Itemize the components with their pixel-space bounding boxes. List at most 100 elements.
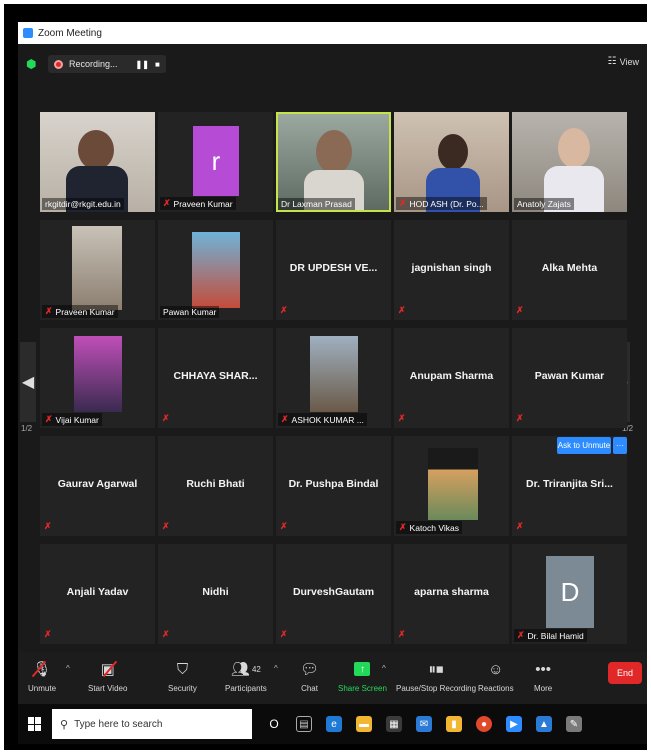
participant-name: DurveshGautam — [292, 586, 375, 598]
paint-icon[interactable]: ✎ — [566, 716, 582, 732]
participant-name: Dr. Triranjita Sri... — [526, 478, 613, 490]
participant-photo — [192, 232, 240, 308]
participant-name-tag: ✗ Dr. Bilal Hamid — [514, 629, 587, 642]
ask-to-unmute-button[interactable]: Ask to Unmute — [557, 437, 611, 454]
windows-start-icon[interactable] — [28, 717, 42, 731]
muted-mic-icon: ✗ — [45, 306, 53, 316]
participant-name: DR UPDESH VE... — [289, 262, 378, 274]
start-video-button[interactable]: ▣ Start Video — [88, 656, 127, 693]
title-bar: Zoom Meeting — [18, 22, 647, 44]
participants-count: 42 — [251, 664, 261, 674]
participant-tile[interactable]: Alka Mehta ✗ — [512, 220, 627, 320]
pause-recording-icon[interactable]: ❚❚ — [136, 60, 149, 69]
tile-more-options-button[interactable]: ··· — [613, 437, 627, 454]
participant-name: Pawan Kumar — [534, 370, 605, 382]
participant-face — [78, 130, 114, 170]
chat-button[interactable]: 💬︎ Chat — [300, 656, 319, 693]
participant-photo — [428, 448, 478, 520]
photos-icon[interactable]: ▲ — [536, 716, 552, 732]
view-button[interactable]: ☷ View — [608, 56, 639, 67]
participant-tile[interactable]: D ✗ Dr. Bilal Hamid — [512, 544, 627, 644]
search-icon: ⚲ — [60, 718, 69, 731]
participant-name-tag: rkgitdir@rkgit.edu.in — [42, 198, 124, 210]
meeting-controls-toolbar: 🎙︎ Unmute ^ ▣ Start Video ⛉ Security 👥︎4… — [18, 652, 647, 704]
muted-mic-icon: ✗ — [280, 305, 288, 315]
participant-name: Praveen Kumar — [173, 198, 233, 209]
store-icon[interactable]: ▦ — [386, 716, 402, 732]
unmute-label: Unmute — [28, 684, 57, 693]
muted-mic-icon: ✗ — [44, 521, 52, 531]
participant-tile[interactable]: Gaurav Agarwal ✗ — [40, 436, 155, 536]
participant-tile[interactable]: CHHAYA SHAR... ✗ — [158, 328, 273, 428]
participant-tile[interactable]: Dr. Pushpa Bindal ✗ — [276, 436, 391, 536]
participant-tile[interactable]: DurveshGautam ✗ — [276, 544, 391, 644]
participant-tile[interactable]: rkgitdir@rkgit.edu.in — [40, 112, 155, 212]
participant-tile[interactable]: aparna sharma ✗ — [394, 544, 509, 644]
task-view-icon[interactable]: ▤ — [296, 716, 312, 732]
end-meeting-button[interactable]: End — [608, 662, 642, 684]
zoom-app-icon — [23, 28, 33, 38]
mail-icon[interactable]: ✉ — [416, 716, 432, 732]
encryption-shield-icon[interactable]: ⬢ — [26, 58, 38, 70]
chevron-left-icon: ◀ — [21, 374, 35, 391]
participant-name: ASHOK KUMAR ... — [291, 414, 364, 425]
muted-mic-icon: ✗ — [398, 413, 406, 423]
share-options-caret-icon[interactable]: ^ — [382, 664, 386, 673]
edge-browser-icon[interactable]: e — [326, 716, 342, 732]
participant-tile[interactable]: Pawan Kumar ✗ — [512, 328, 627, 428]
pause-stop-recording-button[interactable]: ⏸︎⏹︎ Pause/Stop Recording — [396, 656, 476, 694]
unmute-button[interactable]: 🎙︎ Unmute — [28, 656, 56, 693]
participant-tile-active-speaker[interactable]: Dr Laxman Prasad — [276, 112, 391, 212]
participant-name-tag: ✗ ASHOK KUMAR ... — [278, 413, 367, 426]
stop-recording-icon[interactable]: ■ — [155, 60, 160, 69]
participant-tile[interactable]: ✗ HOD ASH (Dr. Po... — [394, 112, 509, 212]
recording-label: Recording... — [69, 59, 118, 69]
participant-name-tag: ✗ Vijai Kumar — [42, 413, 102, 426]
security-button[interactable]: ⛉ Security — [168, 656, 197, 694]
participant-name-tag: Dr Laxman Prasad — [278, 198, 355, 210]
participant-tile[interactable]: Anupam Sharma ✗ — [394, 328, 509, 428]
participant-tile[interactable]: Nidhi ✗ — [158, 544, 273, 644]
participant-name: Praveen Kumar — [55, 306, 115, 317]
participants-options-caret-icon[interactable]: ^ — [274, 664, 278, 673]
participants-button[interactable]: 👥︎ 42 Participants — [225, 656, 267, 693]
app-icon[interactable]: ▮ — [446, 716, 462, 732]
participant-tile[interactable]: Anatoly Zajats — [512, 112, 627, 212]
participant-tile[interactable]: jagnishan singh ✗ — [394, 220, 509, 320]
muted-mic-icon: ✗ — [280, 521, 288, 531]
grid-view-icon: ☷ — [607, 56, 617, 67]
muted-mic-icon: ✗ — [398, 629, 406, 639]
muted-mic-icon: ✗ — [398, 305, 406, 315]
muted-mic-icon: ✗ — [516, 413, 524, 423]
participant-photo — [72, 226, 122, 310]
participant-tile[interactable]: Ruchi Bhati ✗ — [158, 436, 273, 536]
participant-name: Dr. Pushpa Bindal — [288, 478, 379, 490]
file-explorer-icon[interactable]: ▬ — [356, 716, 372, 732]
participant-tile[interactable]: ✗ Katoch Vikas — [394, 436, 509, 536]
cortana-icon[interactable]: O — [266, 716, 282, 732]
participant-tile[interactable]: Anjali Yadav ✗ — [40, 544, 155, 644]
more-button[interactable]: ••• More — [534, 656, 552, 694]
reactions-button[interactable]: ☺ Reactions — [478, 656, 514, 694]
participant-name: Pawan Kumar — [163, 307, 217, 317]
participant-name: Katoch Vikas — [409, 522, 460, 533]
audio-options-caret-icon[interactable]: ^ — [66, 664, 70, 673]
participant-name: CHHAYA SHAR... — [173, 370, 258, 382]
participant-tile[interactable]: ✗ Praveen Kumar — [40, 220, 155, 320]
previous-page-button[interactable]: ◀ — [20, 342, 36, 422]
participant-tile[interactable]: DR UPDESH VE... ✗ — [276, 220, 391, 320]
participant-name: Anjali Yadav — [66, 586, 129, 598]
microphone-muted-icon: 🎙︎ — [32, 660, 52, 678]
participant-tile[interactable]: r ✗ Praveen Kumar — [158, 112, 273, 212]
chat-label: Chat — [301, 684, 318, 693]
share-screen-button[interactable]: ↑ Share Screen — [338, 656, 387, 693]
participant-tile[interactable]: ✗ ASHOK KUMAR ... — [276, 328, 391, 428]
chrome-browser-icon[interactable]: ● — [476, 716, 492, 732]
participant-name-tag: ✗ HOD ASH (Dr. Po... — [396, 197, 487, 210]
participant-tile[interactable]: Pawan Kumar — [158, 220, 273, 320]
muted-mic-icon: ✗ — [162, 521, 170, 531]
zoom-taskbar-icon[interactable]: ▶ — [506, 716, 522, 732]
taskbar-search-box[interactable]: ⚲ Type here to search — [52, 709, 252, 739]
participant-tile[interactable]: ✗ Vijai Kumar — [40, 328, 155, 428]
pause-stop-recording-icon: ⏸︎⏹︎ — [428, 660, 444, 678]
